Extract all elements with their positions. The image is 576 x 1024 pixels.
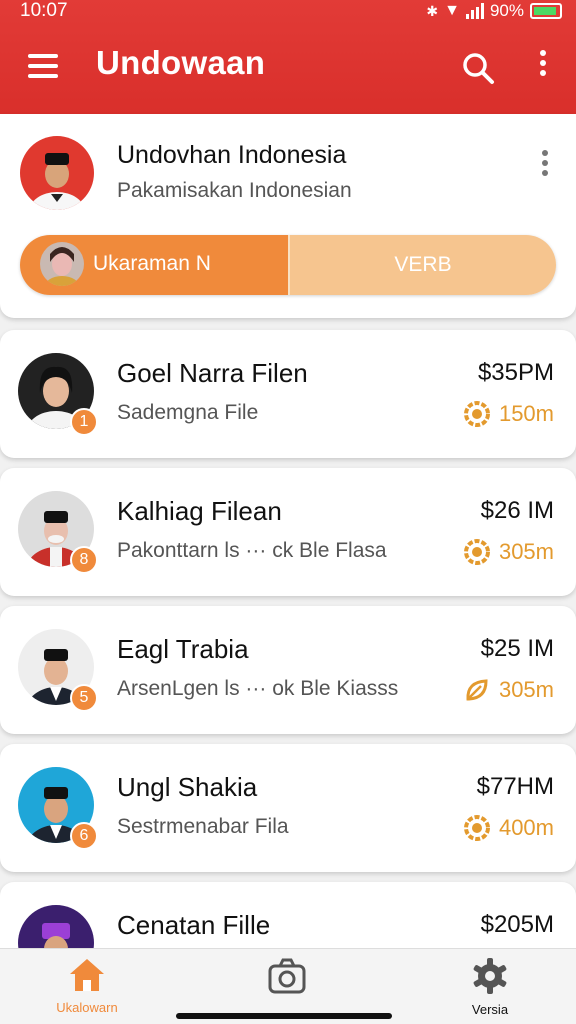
item-name: Eagl Trabia <box>117 634 249 664</box>
more-vertical-icon[interactable] <box>536 50 550 84</box>
battery-icon <box>530 3 562 19</box>
list-item[interactable]: 1 Goel Narra Filen Sademgna File $35PM 1… <box>0 330 576 458</box>
profile-header-card: Undovhan Indonesia Pakamisakan Indonesia… <box>0 114 576 318</box>
search-icon[interactable] <box>460 50 496 86</box>
item-subtitle: ArsenLgen ls ··· ok Ble Kiasss <box>117 677 399 700</box>
item-name: Kalhiag Filean <box>117 496 282 526</box>
nav-item-home[interactable]: Ukalowarn <box>27 957 147 1015</box>
item-price: $26 IM <box>480 497 554 524</box>
item-price: $77HM <box>476 773 554 800</box>
nav-item-settings[interactable]: Versia <box>430 957 550 1017</box>
item-distance: 400m <box>463 814 554 842</box>
item-price: $205M <box>480 911 554 938</box>
segmented-control: Ukaraman N VERB <box>20 235 556 295</box>
item-subtitle: Sestrmenabar Fila <box>117 815 289 838</box>
nav-item-camera[interactable] <box>227 957 347 998</box>
leaf-icon <box>466 679 488 701</box>
rank-badge: 8 <box>70 546 98 574</box>
gear-icon <box>473 958 507 994</box>
home-icon <box>70 959 104 991</box>
item-name: Cenatan Fille <box>117 910 271 940</box>
segment-left[interactable]: Ukaraman N <box>20 235 288 295</box>
profile-title: Undovhan Indonesia <box>117 141 347 169</box>
rank-badge: 5 <box>70 684 98 712</box>
distance-value: 305m <box>498 539 554 564</box>
item-price: $25 IM <box>480 635 554 662</box>
distance-value: 150m <box>498 401 554 426</box>
distance-value: 400m <box>498 815 554 840</box>
rank-badge: 1 <box>70 408 98 436</box>
status-time: 10:07 <box>20 0 68 21</box>
item-distance: 305m <box>463 538 554 566</box>
item-distance: 150m <box>463 400 554 428</box>
wifi-icon: ▼ <box>444 2 460 19</box>
location-badge-icon <box>463 401 490 427</box>
distance-value: 305m <box>498 677 554 702</box>
location-badge-icon <box>463 815 490 841</box>
segment-left-label: Ukaraman N <box>93 252 211 275</box>
item-distance: 305m <box>463 676 554 704</box>
battery-percent: 90% <box>489 1 524 20</box>
nav-label-settings: Versia <box>471 1002 509 1017</box>
rank-badge: 6 <box>70 822 98 850</box>
camera-icon <box>268 958 306 994</box>
segment-right[interactable]: VERB <box>288 235 556 295</box>
nav-label-home: Ukalowarn <box>56 1000 118 1015</box>
profile-subtitle: Pakamisakan Indonesian <box>117 179 352 202</box>
item-name: Goel Narra Filen <box>117 358 308 388</box>
home-indicator <box>176 1013 392 1019</box>
segment-right-label: VERB <box>394 253 452 276</box>
signal-icon <box>465 3 484 19</box>
card-more-icon[interactable] <box>538 150 552 180</box>
list-item[interactable]: 8 Kalhiag Filean Pakonttarn ls ··· ck Bl… <box>0 468 576 596</box>
page-title: Undowaan <box>96 44 266 81</box>
status-bar: 10:07 ✱ ▼ 90% <box>0 0 576 26</box>
item-price: $35PM <box>477 359 554 386</box>
avatar <box>20 136 94 210</box>
item-subtitle: Sademgna File <box>117 401 259 424</box>
location-badge-icon <box>463 539 490 565</box>
bluetooth-icon: ✱ <box>426 2 439 19</box>
item-name: Ungl Shakia <box>117 772 258 802</box>
list-item[interactable]: 6 Ungl Shakia Sestrmenabar Fila $77HM 40… <box>0 744 576 872</box>
list-item[interactable]: 5 Eagl Trabia ArsenLgen ls ··· ok Ble Ki… <box>0 606 576 734</box>
segment-avatar <box>40 242 84 286</box>
item-subtitle: Pakonttarn ls ··· ck Ble Flasa <box>117 539 387 562</box>
app-bar: 10:07 ✱ ▼ 90% Undowaan <box>0 0 576 114</box>
status-icons: ✱ ▼ 90% <box>426 1 562 21</box>
hamburger-menu-icon[interactable] <box>28 54 60 80</box>
